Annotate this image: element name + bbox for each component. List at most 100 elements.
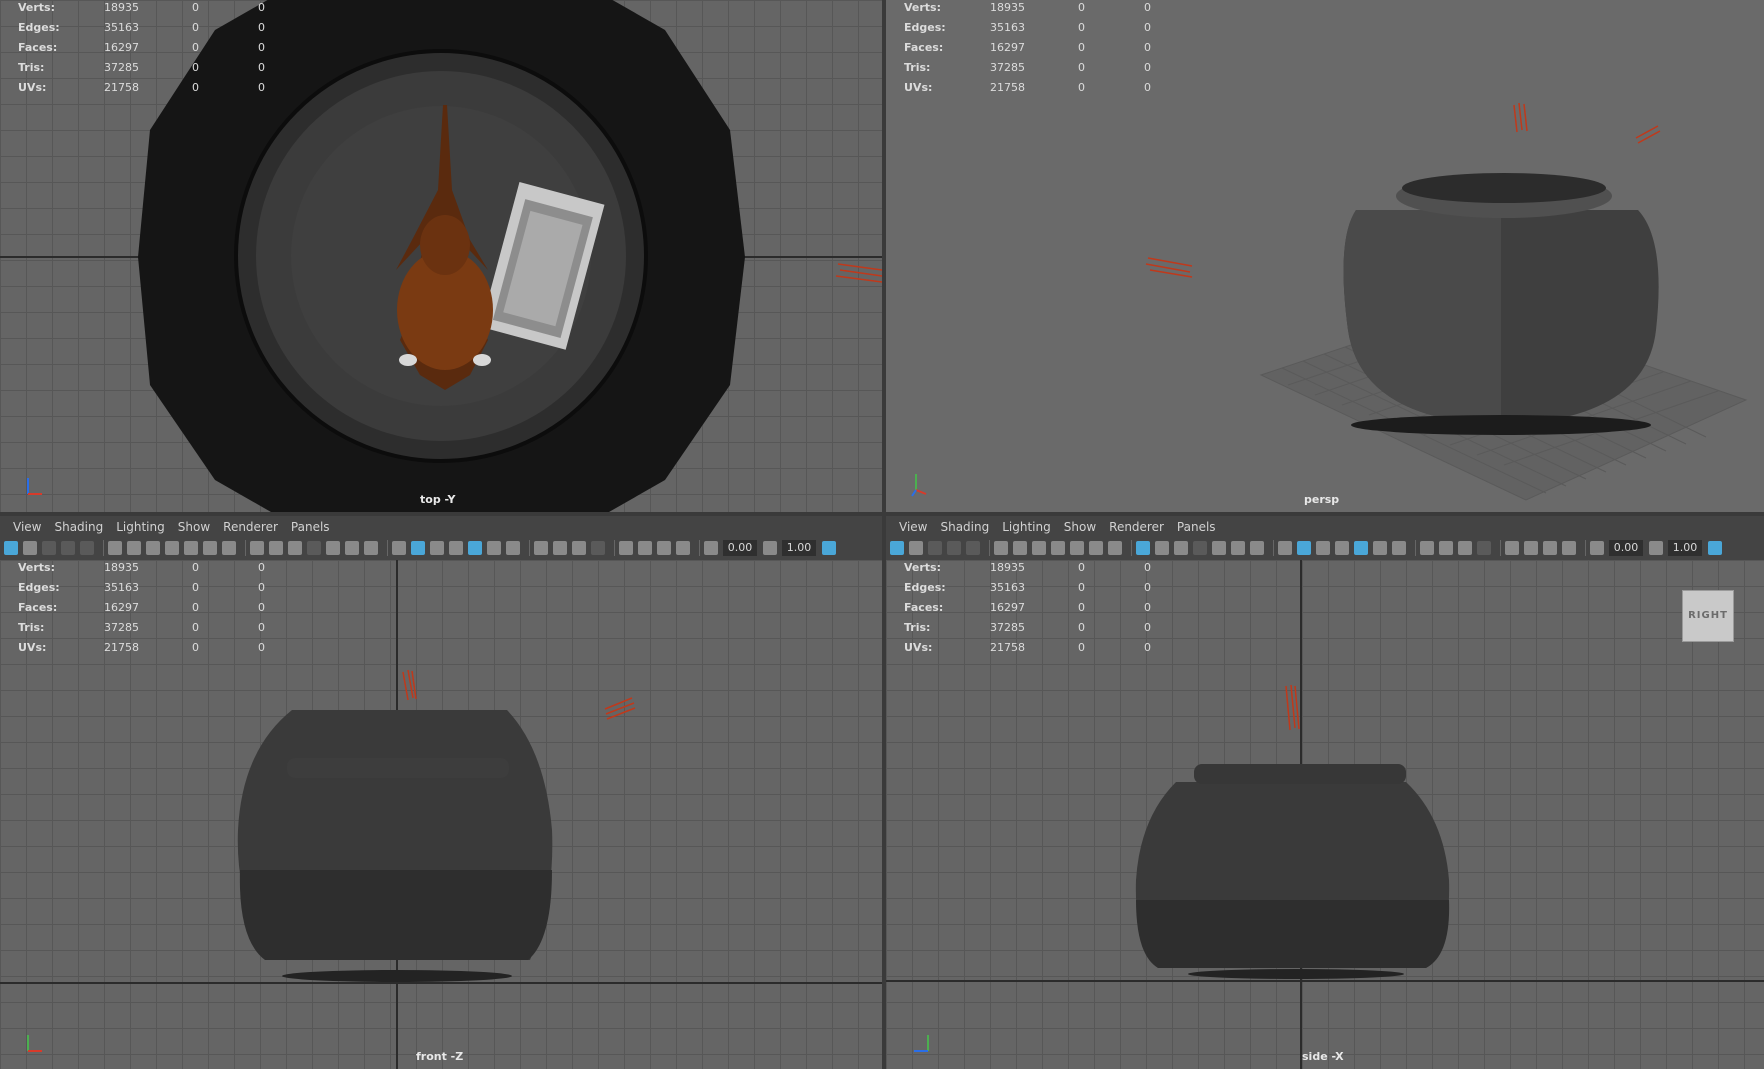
- menu-renderer[interactable]: Renderer: [1109, 516, 1164, 538]
- select-camera-icon[interactable]: [890, 541, 904, 555]
- camera-attributes-icon[interactable]: [23, 541, 37, 555]
- cube-wireframe-icon[interactable]: [392, 541, 406, 555]
- gamma-field[interactable]: 1.00: [1668, 540, 1702, 556]
- anti-aliasing-icon[interactable]: [1458, 541, 1472, 555]
- exposure-icon[interactable]: [1590, 541, 1604, 555]
- shadows-icon[interactable]: [1392, 541, 1406, 555]
- camera-lock-icon[interactable]: [146, 541, 160, 555]
- field-chart-icon[interactable]: [222, 541, 236, 555]
- film-gate-icon[interactable]: [165, 541, 179, 555]
- hud-value: 0: [192, 81, 199, 94]
- isolate-select-icon[interactable]: [619, 541, 633, 555]
- safe-title-icon[interactable]: [288, 541, 302, 555]
- textured-icon[interactable]: [1335, 541, 1349, 555]
- menu-show[interactable]: Show: [1064, 516, 1096, 538]
- menu-view[interactable]: View: [13, 516, 41, 538]
- camera-lock-icon[interactable]: [1032, 541, 1046, 555]
- xray-icon[interactable]: [638, 541, 652, 555]
- isolate-select-icon[interactable]: [1505, 541, 1519, 555]
- viewport-side[interactable]: Verts: 18935 0 0 Edges: 35163 0 0 Faces: 16297 0…: [886, 560, 1764, 1069]
- wireframe-icon[interactable]: [326, 541, 340, 555]
- toolbar-separator: [103, 540, 104, 556]
- textured-icon[interactable]: [449, 541, 463, 555]
- shadows-icon[interactable]: [506, 541, 520, 555]
- motion-blur-icon[interactable]: [553, 541, 567, 555]
- grease-pencil-icon[interactable]: [127, 541, 141, 555]
- resolution-gate-icon[interactable]: [1070, 541, 1084, 555]
- panel-menubar-front: View Shading Lighting Show Renderer Panels: [0, 516, 882, 538]
- field-chart-icon[interactable]: [1108, 541, 1122, 555]
- safe-action-icon[interactable]: [269, 541, 283, 555]
- view-cube[interactable]: RIGHT: [1682, 590, 1734, 642]
- menu-panels[interactable]: Panels: [291, 516, 330, 538]
- 2d-pan-icon[interactable]: [80, 541, 94, 555]
- smooth-shade-icon[interactable]: [1231, 541, 1245, 555]
- cube-wireframe-icon[interactable]: [1278, 541, 1292, 555]
- image-plane-icon[interactable]: [61, 541, 75, 555]
- camera-attributes-icon[interactable]: [909, 541, 923, 555]
- menu-view[interactable]: View: [899, 516, 927, 538]
- exposure-field[interactable]: 0.00: [1609, 540, 1643, 556]
- viewport-top[interactable]: Verts: 18935 0 0 Edges: 35163 0 0 Faces: 16297 0…: [0, 0, 882, 512]
- xray-joints-icon[interactable]: [1543, 541, 1557, 555]
- grid-icon[interactable]: [250, 541, 264, 555]
- shaded-cube-icon[interactable]: [1297, 541, 1311, 555]
- exposure-field[interactable]: 0.00: [723, 540, 757, 556]
- xray-icon[interactable]: [1524, 541, 1538, 555]
- gamma-icon[interactable]: [1649, 541, 1663, 555]
- safe-action-icon[interactable]: [1155, 541, 1169, 555]
- menu-panels[interactable]: Panels: [1177, 516, 1216, 538]
- camera-icon[interactable]: [108, 541, 122, 555]
- resolution-gate-icon[interactable]: [184, 541, 198, 555]
- viewport-persp[interactable]: Verts: 18935 0 0 Edges: 35163 0 0 Faces: 16297 0…: [886, 0, 1764, 512]
- gate-mask-icon[interactable]: [1089, 541, 1103, 555]
- menu-renderer[interactable]: Renderer: [223, 516, 278, 538]
- hud-value: 21758: [104, 81, 139, 94]
- color-management-icon[interactable]: [822, 541, 836, 555]
- shaded-cube-icon[interactable]: [411, 541, 425, 555]
- bookmark-icon[interactable]: [928, 541, 942, 555]
- depth-of-field-icon[interactable]: [1477, 541, 1491, 555]
- lights-icon[interactable]: [1373, 541, 1387, 555]
- color-management-icon[interactable]: [1708, 541, 1722, 555]
- motion-blur-icon[interactable]: [1439, 541, 1453, 555]
- gamma-field[interactable]: 1.00: [782, 540, 816, 556]
- lights-icon[interactable]: [487, 541, 501, 555]
- ambient-occlusion-icon[interactable]: [534, 541, 548, 555]
- overscan-icon[interactable]: [1193, 541, 1207, 555]
- wireframe-icon[interactable]: [1212, 541, 1226, 555]
- depth-of-field-icon[interactable]: [591, 541, 605, 555]
- 2d-pan-icon[interactable]: [966, 541, 980, 555]
- checker-icon[interactable]: [1354, 541, 1368, 555]
- viewport-front[interactable]: Verts: 18935 0 0 Edges: 35163 0 0 Faces: 16297 0…: [0, 560, 882, 1069]
- anti-aliasing-icon[interactable]: [572, 541, 586, 555]
- menu-lighting[interactable]: Lighting: [116, 516, 165, 538]
- text-overlay-icon[interactable]: [364, 541, 378, 555]
- overscan-icon[interactable]: [307, 541, 321, 555]
- film-gate-icon[interactable]: [1051, 541, 1065, 555]
- text-overlay-icon[interactable]: [1250, 541, 1264, 555]
- gate-mask-icon[interactable]: [203, 541, 217, 555]
- wireframe-on-shaded-icon[interactable]: [430, 541, 444, 555]
- menu-shading[interactable]: Shading: [940, 516, 989, 538]
- ambient-occlusion-icon[interactable]: [1420, 541, 1434, 555]
- wireframe-on-shaded-icon[interactable]: [1316, 541, 1330, 555]
- xray-components-icon[interactable]: [1562, 541, 1576, 555]
- menu-lighting[interactable]: Lighting: [1002, 516, 1051, 538]
- xray-joints-icon[interactable]: [657, 541, 671, 555]
- menu-show[interactable]: Show: [178, 516, 210, 538]
- menu-shading[interactable]: Shading: [54, 516, 103, 538]
- exposure-icon[interactable]: [704, 541, 718, 555]
- checker-icon[interactable]: [468, 541, 482, 555]
- hud-value: 16297: [990, 41, 1025, 54]
- smooth-shade-icon[interactable]: [345, 541, 359, 555]
- gamma-icon[interactable]: [763, 541, 777, 555]
- grease-pencil-icon[interactable]: [1013, 541, 1027, 555]
- grid-icon[interactable]: [1136, 541, 1150, 555]
- image-plane-icon[interactable]: [947, 541, 961, 555]
- select-camera-icon[interactable]: [4, 541, 18, 555]
- safe-title-icon[interactable]: [1174, 541, 1188, 555]
- camera-icon[interactable]: [994, 541, 1008, 555]
- xray-components-icon[interactable]: [676, 541, 690, 555]
- bookmark-icon[interactable]: [42, 541, 56, 555]
